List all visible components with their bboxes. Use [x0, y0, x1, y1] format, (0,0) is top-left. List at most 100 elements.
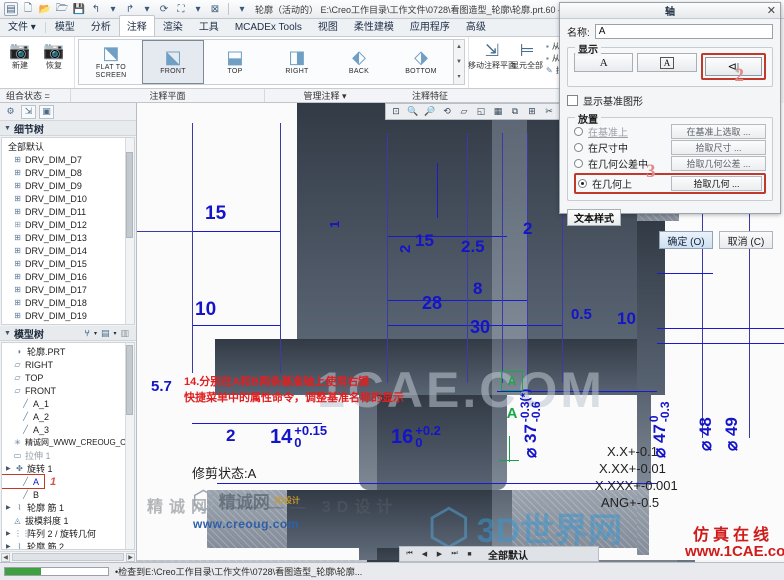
- placement-option-in-gtol[interactable]: 在几何公差中 拾取几何公差 ...: [574, 155, 766, 171]
- view-bottom[interactable]: ⬗ BOTTOM: [390, 40, 452, 84]
- open-icon[interactable]: 📂: [38, 2, 52, 16]
- expand-tree-icon[interactable]: ⇲: [21, 104, 36, 119]
- scrollbar-thumb[interactable]: [126, 152, 133, 238]
- tab-mcadex-tools[interactable]: MCADEx Tools: [227, 19, 310, 36]
- display-option-arrow[interactable]: ⊲|: [704, 57, 762, 76]
- zoom-out-icon[interactable]: 🔎: [422, 105, 438, 119]
- list-item[interactable]: ⊞ DRV_DIM_D9: [2, 179, 134, 192]
- model-tree-item-sketch[interactable]: ✳ 精诚网_WWW_CREOUG_COM: [2, 436, 134, 449]
- model-tree-item-extrude1[interactable]: ▭ 拉伸 1: [2, 449, 134, 462]
- datum-label-a-top[interactable]: A: [501, 371, 523, 391]
- view-top[interactable]: ⬓ TOP: [204, 40, 266, 84]
- customize-dropdown-icon[interactable]: ▾: [235, 2, 249, 16]
- next-icon[interactable]: ▶: [433, 548, 446, 560]
- model-tree-item-pattern2[interactable]: ▶ ⋮⋮ 阵列 2 / 旋转几何: [2, 527, 134, 540]
- tab-applications[interactable]: 应用程序: [402, 15, 458, 36]
- placement-option-on-datum[interactable]: 在基准上 在基准上选取 ...: [574, 123, 766, 139]
- view-front[interactable]: ⬕ FRONT: [142, 40, 204, 84]
- redo-icon[interactable]: ↱: [123, 2, 137, 16]
- hscrollbar-thumb[interactable]: [12, 553, 124, 561]
- list-item[interactable]: ⊞ DRV_DIM_D8: [2, 166, 134, 179]
- list-item[interactable]: ⊞ DRV_DIM_D7: [2, 153, 134, 166]
- pick-gtol-button[interactable]: 拾取几何公差 ...: [671, 155, 766, 171]
- column-icon[interactable]: ▥: [120, 328, 129, 339]
- tree-arrow-icon[interactable]: ▶: [6, 465, 14, 472]
- cancel-button[interactable]: 取消 (C): [719, 231, 773, 249]
- refit-icon[interactable]: ⊡: [388, 105, 404, 119]
- radio-in-gtol[interactable]: [574, 158, 583, 168]
- tree-arrow-icon[interactable]: ▶: [6, 530, 14, 537]
- annotation-display-icon[interactable]: ✂: [541, 105, 557, 119]
- repaint-dropdown-icon[interactable]: ▾: [191, 2, 205, 16]
- undo-icon[interactable]: ↰: [89, 2, 103, 16]
- radio-in-dimension[interactable]: [574, 142, 583, 152]
- model-tree-item-revolve1[interactable]: ▶ ✤ 旋转 1: [2, 462, 134, 475]
- list-item[interactable]: ⊞ DRV_DIM_D10: [2, 192, 134, 205]
- model-tree-item-a3[interactable]: ╱ A_3: [2, 423, 134, 436]
- stop-icon[interactable]: ■: [463, 548, 476, 560]
- close-window-icon[interactable]: ⊠: [208, 2, 222, 16]
- undo-dropdown-icon[interactable]: ▾: [106, 2, 120, 16]
- tab-render[interactable]: 渲染: [155, 15, 191, 36]
- display-option-boxed-a[interactable]: A: [637, 53, 697, 72]
- model-tree-item-top[interactable]: ▱ TOP: [2, 371, 134, 384]
- save-as-icon[interactable]: 🗁: [55, 2, 69, 16]
- model-tree[interactable]: ◗ 轮廓.PRT ▱ RIGHT ▱ TOP ▱ FRONT ╱ A_1 ╱ A_2 ╱ A_…: [1, 342, 135, 550]
- orient-icon[interactable]: ▱: [456, 105, 472, 119]
- model-tree-item-right[interactable]: ▱ RIGHT: [2, 358, 134, 371]
- pick-geometry-button[interactable]: 拾取几何 ...: [671, 176, 762, 191]
- detail-tree-scrollbar[interactable]: [125, 138, 134, 324]
- model-tree-item-part[interactable]: ◗ 轮廓.PRT: [2, 345, 134, 358]
- ok-button[interactable]: 确定 (O): [659, 231, 713, 249]
- gallery-scroll-up-icon[interactable]: ▲: [454, 40, 464, 54]
- model-tree-hscrollbar[interactable]: ◀ ▶: [0, 551, 136, 562]
- pick-on-datum-button[interactable]: 在基准上选取 ...: [671, 123, 766, 139]
- datum-label-a-bottom[interactable]: A: [501, 403, 523, 423]
- list-item[interactable]: ⊞ DRV_DIM_D12: [2, 218, 134, 231]
- list-item[interactable]: ⊞ DRV_DIM_D13: [2, 231, 134, 244]
- model-tree-item-axis-b[interactable]: ╱ B: [2, 488, 134, 501]
- list-item[interactable]: ⊞ DRV_DIM_D14: [2, 244, 134, 257]
- tab-advanced[interactable]: 高级: [458, 15, 494, 36]
- zoom-in-icon[interactable]: 🔍: [405, 105, 421, 119]
- radio-on-datum[interactable]: [574, 126, 583, 136]
- view-gallery-scrollbar[interactable]: ▲ ▼ ▾: [454, 39, 465, 85]
- scrollbar-thumb[interactable]: [126, 345, 133, 415]
- filter-icon[interactable]: ⑂: [85, 328, 90, 338]
- model-tree-header[interactable]: ▼ 模型树 ⑂ ▾ ▤ ▾ ▥: [0, 326, 136, 341]
- list-item[interactable]: ⊞ DRV_DIM_D19: [2, 309, 134, 322]
- list-item[interactable]: ⊞DRV_DIM_D20: [2, 322, 134, 325]
- show-datum-geometry-checkbox[interactable]: [567, 95, 578, 106]
- tab-analysis[interactable]: 分析: [83, 15, 119, 36]
- perspective-icon[interactable]: ⧉: [507, 105, 523, 119]
- repaint-icon[interactable]: ⟲: [439, 105, 455, 119]
- collapse-tree-icon[interactable]: ▣: [39, 104, 54, 119]
- axis-dialog[interactable]: 轴 ✕ 名称: A 显示 A A ⊲| 显示基准图形 放置 在基准上 在基准上选…: [559, 2, 781, 249]
- new-icon[interactable]: 🗋: [21, 2, 35, 16]
- app-menu-icon[interactable]: ▤: [4, 2, 18, 16]
- tab-model[interactable]: 模型: [47, 15, 83, 36]
- repaint-icon[interactable]: ⛶: [174, 2, 188, 16]
- view-right[interactable]: ◨ RIGHT: [266, 40, 328, 84]
- list-item[interactable]: ⊞ DRV_DIM_D18: [2, 296, 134, 309]
- gallery-scroll-down-icon[interactable]: ▼: [454, 55, 464, 69]
- show-datum-geometry-row[interactable]: 显示基准图形: [567, 93, 773, 108]
- detail-tree-header[interactable]: ▼ 细节树: [0, 121, 136, 136]
- list-item[interactable]: ⊞ DRV_DIM_D16: [2, 270, 134, 283]
- last-icon[interactable]: ⏭: [448, 548, 461, 560]
- chevron-down-icon[interactable]: ▾: [94, 330, 97, 337]
- tab-annotate[interactable]: 注释: [118, 15, 155, 36]
- tab-view[interactable]: 视图: [310, 15, 346, 36]
- detail-tree-root[interactable]: 全部默认: [2, 140, 134, 153]
- settings-icon[interactable]: ⚙: [3, 105, 18, 119]
- save-icon[interactable]: 💾: [72, 2, 86, 16]
- model-tree-item-rib2[interactable]: ▶ ⌇ 轮廓 筋 2: [2, 540, 134, 549]
- show-all-button[interactable]: ⊨ 显元全部: [511, 39, 543, 70]
- list-item[interactable]: ⊞ DRV_DIM_D15: [2, 257, 134, 270]
- display-style-icon[interactable]: ▦: [490, 105, 506, 119]
- restore-capture-button[interactable]: 📷 恢复: [37, 39, 71, 70]
- view-back[interactable]: ⬖ BACK: [328, 40, 390, 84]
- view-flat-to-screen[interactable]: ⬔ FLAT TO SCREEN: [80, 40, 142, 84]
- detail-tree[interactable]: 全部默认 ⊞ DRV_DIM_D7 ⊞ DRV_DIM_D8 ⊞ DRV_DIM_D9…: [1, 137, 135, 325]
- name-input[interactable]: A: [594, 24, 773, 39]
